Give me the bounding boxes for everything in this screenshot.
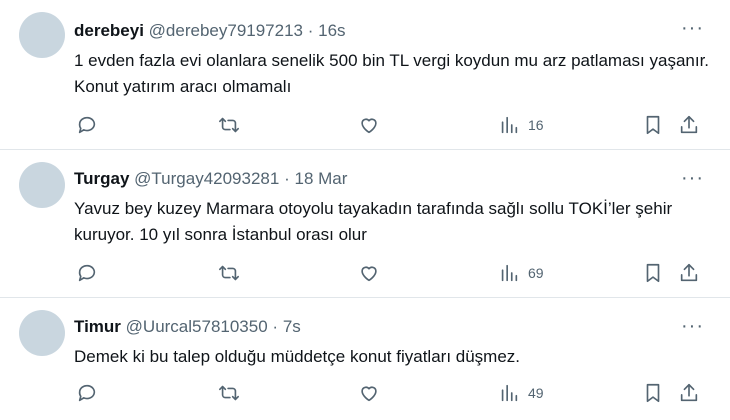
tweet-text: Yavuz bey kuzey Marmara otoyolu tayakadı… <box>74 199 673 244</box>
bookmark-button[interactable] <box>642 112 664 138</box>
tweet-header: Turgay @Turgay42093281 · 18 Mar <box>74 168 347 190</box>
tweet[interactable]: derebeyi @derebey79197213 · 16s ··· 1 ev… <box>0 0 730 150</box>
author-name[interactable]: Timur <box>74 317 121 336</box>
bookmark-icon <box>646 115 660 135</box>
tweet-time[interactable]: 16s <box>318 21 345 40</box>
bookmark-button[interactable] <box>642 260 664 286</box>
bookmark-icon <box>646 263 660 283</box>
share-button[interactable] <box>678 380 700 406</box>
like-icon <box>361 386 377 402</box>
share-button[interactable] <box>678 260 700 286</box>
views-button[interactable]: 49 <box>498 380 544 406</box>
reply-button[interactable] <box>76 112 98 138</box>
retweet-icon <box>219 265 239 281</box>
author-name[interactable]: Turgay <box>74 169 129 188</box>
author-handle[interactable]: @derebey79197213 <box>149 21 303 40</box>
avatar[interactable] <box>19 310 65 356</box>
retweet-icon <box>219 117 239 133</box>
timeline: derebeyi @derebey79197213 · 16s ··· 1 ev… <box>0 0 730 420</box>
author-handle[interactable]: @Uurcal57810350 <box>126 317 268 336</box>
retweet-button[interactable] <box>218 380 240 406</box>
reply-icon <box>78 264 96 282</box>
views-button[interactable]: 16 <box>498 112 544 138</box>
tweet-actions: 16 <box>74 112 704 138</box>
views-icon <box>501 116 518 134</box>
like-button[interactable] <box>358 380 380 406</box>
separator: · <box>272 317 279 336</box>
tweet-time[interactable]: 18 Mar <box>294 169 347 188</box>
share-icon <box>680 263 698 282</box>
share-icon <box>680 115 698 134</box>
bookmark-icon <box>646 383 660 403</box>
like-button[interactable] <box>358 112 380 138</box>
like-icon <box>361 266 377 282</box>
tweet-text: 1 evden fazla evi olanlara senelik 500 b… <box>74 51 710 96</box>
reply-icon <box>78 116 96 134</box>
views-button[interactable]: 69 <box>498 260 544 286</box>
author-handle[interactable]: @Turgay42093281 <box>134 169 279 188</box>
bookmark-button[interactable] <box>642 380 664 406</box>
retweet-button[interactable] <box>218 112 240 138</box>
reply-icon <box>78 384 96 402</box>
retweet-button[interactable] <box>218 260 240 286</box>
tweet-actions: 49 <box>74 380 704 406</box>
author-name[interactable]: derebeyi <box>74 21 144 40</box>
avatar[interactable] <box>19 162 65 208</box>
separator: · <box>307 21 314 40</box>
share-button[interactable] <box>678 112 700 138</box>
avatar[interactable] <box>19 12 65 58</box>
views-count: 16 <box>528 117 544 133</box>
like-button[interactable] <box>358 260 380 286</box>
views-count: 69 <box>528 265 544 281</box>
views-count: 49 <box>528 385 544 401</box>
views-icon <box>501 264 518 282</box>
tweet-header: derebeyi @derebey79197213 · 16s <box>74 20 346 42</box>
tweet[interactable]: Timur @Uurcal57810350 · 7s ··· Demek ki … <box>0 298 730 420</box>
reply-button[interactable] <box>76 260 98 286</box>
share-icon <box>680 383 698 402</box>
retweet-icon <box>219 385 239 401</box>
more-options-icon[interactable]: ··· <box>681 168 704 188</box>
tweet-header: Timur @Uurcal57810350 · 7s <box>74 316 301 338</box>
like-icon <box>361 118 377 134</box>
more-options-icon[interactable]: ··· <box>681 18 704 38</box>
tweet-time[interactable]: 7s <box>283 317 301 336</box>
more-options-icon[interactable]: ··· <box>681 316 704 336</box>
tweet-actions: 69 <box>74 260 704 286</box>
reply-button[interactable] <box>76 380 98 406</box>
tweet[interactable]: Turgay @Turgay42093281 · 18 Mar ··· Yavu… <box>0 150 730 298</box>
separator: · <box>284 169 290 188</box>
views-icon <box>501 384 518 402</box>
tweet-text: Demek ki bu talep olduğu müddetçe konut … <box>74 347 521 366</box>
